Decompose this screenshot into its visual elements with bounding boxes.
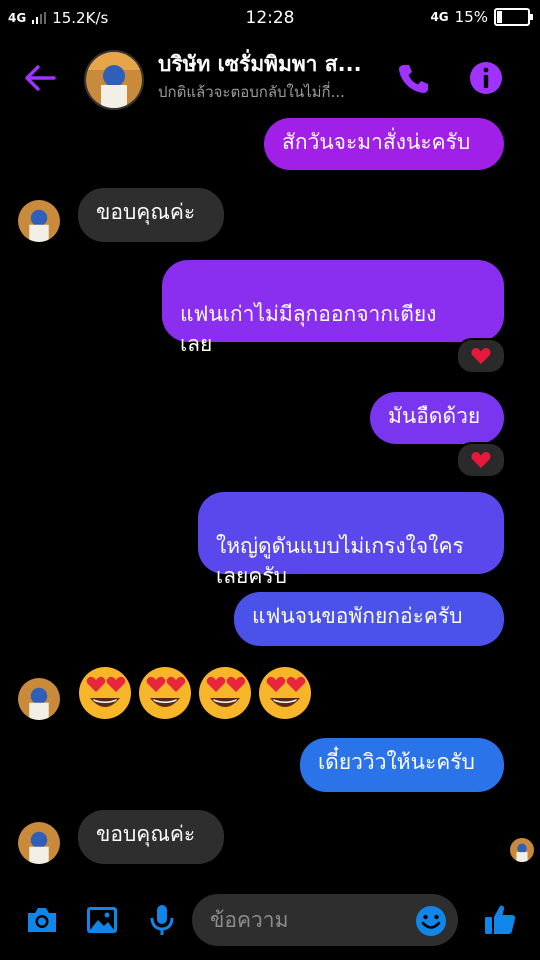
heart-reaction[interactable] xyxy=(456,338,506,374)
back-arrow-icon[interactable] xyxy=(22,60,58,96)
message-text: แฟนเก่าไม่มีลุกออกจากเตียง เลย xyxy=(180,302,437,356)
battery-fill xyxy=(497,11,502,23)
message-outgoing[interactable]: แฟนจนขอพักยกอ่ะครับ xyxy=(234,592,504,646)
message-incoming[interactable]: ขอบคุณค่ะ xyxy=(78,810,224,864)
emoji-picker-icon[interactable] xyxy=(414,904,448,938)
contact-status: ปกติแล้วจะตอบกลับในไม่กี่... xyxy=(158,83,345,101)
sender-avatar[interactable] xyxy=(18,822,60,864)
heart-eyes-emoji-icon xyxy=(139,667,191,719)
avatar-image xyxy=(18,678,60,720)
message-text: แฟนจนขอพักยกอ่ะครับ xyxy=(252,604,463,628)
status-right: 4G 15% ⚡ xyxy=(430,8,533,26)
message-text: สักวันจะมาสั่งน่ะครับ xyxy=(282,130,471,154)
battery-percent: 15% xyxy=(454,8,488,26)
avatar-image xyxy=(86,52,142,108)
seen-receipt-avatar xyxy=(510,838,534,862)
message-outgoing[interactable]: ใหญ่ดูดันแบบไม่เกรงใจใคร เลยครับ xyxy=(198,492,504,588)
avatar-image xyxy=(510,838,534,862)
message-outgoing[interactable]: มันอืดด้วย xyxy=(370,392,504,444)
heart-eyes-emoji-icon xyxy=(259,667,311,719)
image-gallery-icon[interactable] xyxy=(84,902,120,938)
message-text: มันอืดด้วย xyxy=(388,404,481,428)
network-type-right: 4G xyxy=(430,10,449,24)
message-outgoing[interactable]: เดี๋ยววิวให้นะครับ xyxy=(300,738,504,792)
heart-eyes-emoji-icon xyxy=(79,667,131,719)
conversation-header: บริษัท เซรั่มพิมพา ส... ปกติแล้วจะตอบกลั… xyxy=(0,36,540,120)
avatar-image xyxy=(18,822,60,864)
contact-avatar[interactable] xyxy=(84,50,144,110)
microphone-icon[interactable] xyxy=(144,902,180,938)
heart-icon xyxy=(471,452,491,468)
avatar-image xyxy=(18,200,60,242)
thumbs-up-icon[interactable] xyxy=(482,902,518,938)
status-bar: 4G 15.2K/s 12:28 4G 15% ⚡ xyxy=(0,0,540,36)
sender-avatar[interactable] xyxy=(18,678,60,720)
message-text: ขอบคุณค่ะ xyxy=(96,822,196,846)
message-text: เดี๋ยววิวให้นะครับ xyxy=(318,750,475,774)
heart-eyes-emoji-icon xyxy=(199,667,251,719)
message-composer xyxy=(0,880,540,960)
message-outgoing[interactable]: แฟนเก่าไม่มีลุกออกจากเตียง เลย xyxy=(162,260,504,356)
sender-avatar[interactable] xyxy=(18,200,60,242)
heart-icon xyxy=(471,348,491,364)
camera-icon[interactable] xyxy=(24,902,60,938)
message-text: ใหญ่ดูดันแบบไม่เกรงใจใคร เลยครับ xyxy=(216,534,464,588)
info-icon[interactable] xyxy=(468,60,504,96)
contact-name[interactable]: บริษัท เซรั่มพิมพา ส... xyxy=(158,48,362,81)
battery-icon: ⚡ xyxy=(494,8,533,26)
emoji-message[interactable] xyxy=(78,666,312,720)
message-incoming[interactable]: ขอบคุณค่ะ xyxy=(78,188,224,242)
phone-call-icon[interactable] xyxy=(395,60,431,96)
heart-reaction[interactable] xyxy=(456,442,506,478)
message-outgoing[interactable]: สักวันจะมาสั่งน่ะครับ xyxy=(264,118,504,170)
message-text: ขอบคุณค่ะ xyxy=(96,200,196,224)
